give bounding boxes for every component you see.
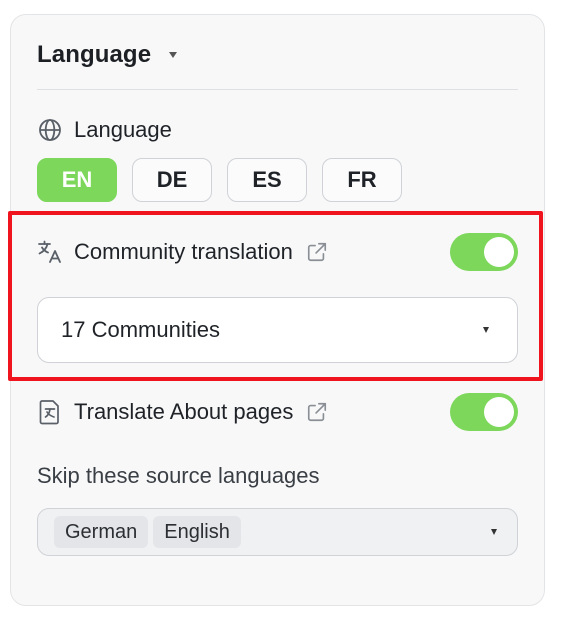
translate-about-row: Translate About pages [37, 397, 329, 427]
collapse-caret-icon[interactable] [169, 52, 178, 58]
translate-icon [37, 239, 63, 265]
skip-languages-label: Skip these source languages [37, 463, 320, 488]
translate-about-toggle[interactable] [450, 393, 518, 431]
language-row: Language [37, 116, 172, 144]
skip-languages-row: Skip these source languages [37, 462, 320, 490]
skip-languages-select[interactable]: German English [37, 508, 518, 556]
lang-button-es[interactable]: ES [227, 158, 307, 202]
chip-german[interactable]: German [54, 516, 149, 548]
language-button-group: EN DE ES FR [37, 158, 402, 202]
community-translation-row: Community translation [37, 237, 329, 267]
language-section-header[interactable]: Language [37, 40, 178, 70]
divider [37, 89, 518, 90]
chip-list: German English [54, 516, 246, 548]
toggle-knob [484, 237, 514, 267]
translate-about-label: Translate About pages [74, 399, 294, 424]
lang-button-de[interactable]: DE [132, 158, 212, 202]
globe-icon [37, 117, 63, 143]
community-translation-toggle[interactable] [450, 233, 518, 271]
chip-english[interactable]: English [153, 516, 241, 548]
section-title: Language [37, 41, 152, 68]
lang-button-fr[interactable]: FR [322, 158, 402, 202]
chevron-down-icon [491, 529, 497, 535]
community-translation-label: Community translation [74, 239, 293, 264]
chevron-down-icon [483, 327, 489, 333]
external-link-icon[interactable] [305, 400, 329, 424]
document-translate-icon [37, 399, 63, 425]
toggle-knob [484, 397, 514, 427]
communities-select[interactable]: 17 Communities [37, 297, 518, 363]
external-link-icon[interactable] [305, 240, 329, 264]
lang-button-en[interactable]: EN [37, 158, 117, 202]
language-label: Language [74, 117, 172, 142]
communities-select-value: 17 Communities [61, 317, 220, 342]
